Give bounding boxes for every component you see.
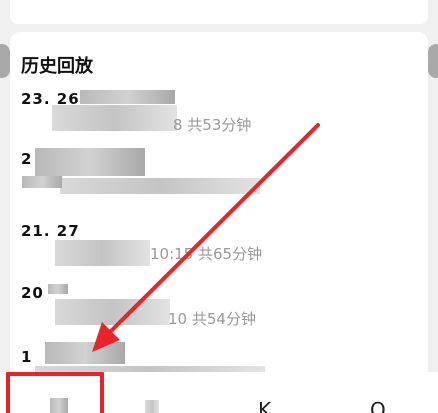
annotation-arrow — [92, 123, 320, 352]
